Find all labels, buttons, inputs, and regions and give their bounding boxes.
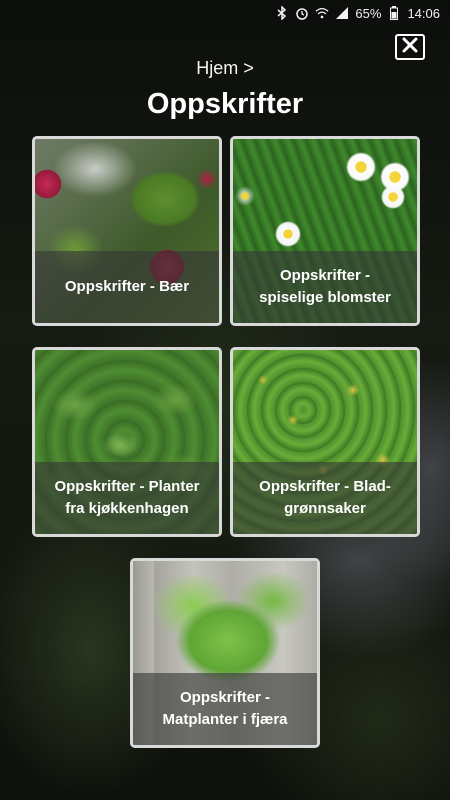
tile-caption-line: Oppskrifter - Blad- [259, 478, 391, 495]
recipe-tile-leafy-greens[interactable]: Oppskrifter - Blad- grønnsaker [230, 347, 420, 537]
battery-percentage: 65% [355, 5, 382, 21]
tile-caption: Oppskrifter - Matplanter i fjæra [133, 673, 317, 745]
tile-caption-line: Matplanter i fjæra [162, 711, 288, 728]
wifi-icon [315, 6, 329, 20]
signal-icon [335, 6, 349, 20]
clock: 14:06 [407, 5, 440, 21]
bluetooth-icon [275, 6, 289, 20]
tile-caption-line: spiselige blomster [259, 289, 391, 306]
recipe-tile-kitchen-garden[interactable]: Oppskrifter - Planter fra kjøkkenhagen [32, 347, 222, 537]
close-button[interactable] [395, 34, 425, 60]
tile-caption: Oppskrifter - Planter fra kjøkkenhagen [35, 462, 219, 534]
tile-caption-line: Oppskrifter - Bær [64, 278, 190, 295]
tile-caption-line: Oppskrifter - [279, 267, 370, 284]
battery-icon [387, 6, 401, 20]
tile-caption-line: Oppskrifter - [179, 689, 270, 706]
breadcrumb[interactable]: Hjem > [0, 58, 450, 79]
status-bar: 65% 14:06 [0, 0, 450, 26]
tile-caption: Oppskrifter - spiselige blomster [233, 251, 417, 323]
tile-caption-line: fra kjøkkenhagen [65, 500, 189, 517]
tile-caption-line: Oppskrifter - Planter [54, 478, 200, 495]
alarm-icon [295, 6, 309, 20]
recipe-tile-berries[interactable]: Oppskrifter - Bær [32, 136, 222, 326]
page-title: Oppskrifter [146, 88, 304, 120]
recipe-tile-shore-plants[interactable]: Oppskrifter - Matplanter i fjæra [130, 558, 320, 748]
close-icon [402, 37, 418, 58]
tile-caption: Oppskrifter - Bær [35, 251, 219, 323]
recipe-tile-edible-flowers[interactable]: Oppskrifter - spiselige blomster [230, 136, 420, 326]
tile-caption-line: grønnsaker [284, 500, 366, 517]
tile-caption: Oppskrifter - Blad- grønnsaker [233, 462, 417, 534]
